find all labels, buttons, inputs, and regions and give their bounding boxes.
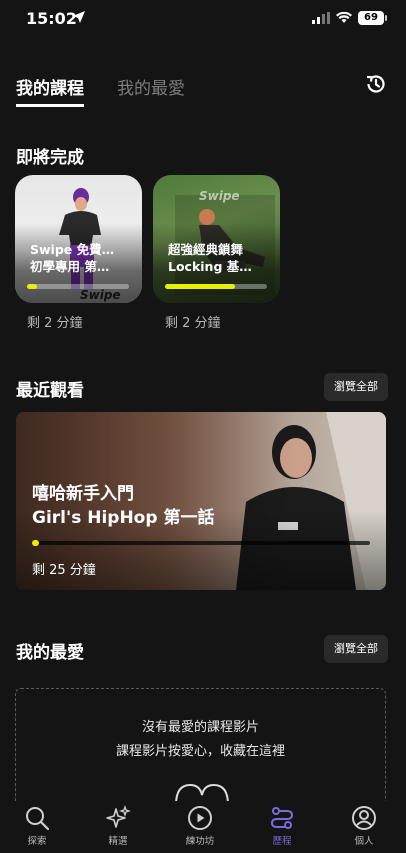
search-icon [26,807,50,831]
brand-watermark: Swipe [80,288,121,302]
recent-remaining: 剩 25 分鐘 [32,563,96,578]
wifi-icon [336,12,352,23]
card-title: 超強經典鎖舞 Locking 基… [168,242,252,274]
card-title: Swipe 免費… 初學專用 第… [30,242,115,274]
continue-card[interactable]: Swipe 免費… 初學專用 第… Swipe [15,175,142,303]
user-icon [352,806,376,830]
nav-label: 探索 [27,836,47,847]
status-indicators: 69 [312,11,387,25]
nav-profile[interactable]: 個人 [334,805,394,847]
card-progress-track [165,284,267,289]
recent-section-title: 最近觀看 [16,381,84,401]
card-remaining: 剩 2 分鐘 [165,316,221,331]
continue-card[interactable]: Swipe 超強經典鎖舞 Locking 基… [153,175,280,303]
history-icon[interactable] [364,72,388,96]
favorites-browse-all-button[interactable]: 瀏覽全部 [324,635,388,663]
journey-icon [270,807,294,829]
play-circle-icon [188,806,212,830]
recent-browse-all-button[interactable]: 瀏覽全部 [324,373,388,401]
favorites-section-title: 我的最愛 [16,643,84,663]
tab-my-courses[interactable]: 我的課程 [16,74,84,107]
bottom-nav: 探索 精選 練功坊 歷程 個人 [0,801,406,853]
favorites-empty-line1: 沒有最愛的課程影片 [141,720,259,735]
nav-label: 練功坊 [185,836,215,847]
nav-practice[interactable]: 練功坊 [170,805,230,847]
recent-progress-track [32,540,370,546]
sparkles-icon [106,805,131,828]
favorites-empty-line2: 課程影片按愛心，收藏在這裡 [115,744,285,759]
recent-title-line2: Girl's HipHop 第一話 [32,508,215,528]
nav-label: 歷程 [272,836,292,847]
tab-my-favorites[interactable]: 我的最愛 [117,74,185,99]
recent-progress-fill [32,540,39,546]
location-arrow-icon [73,11,85,23]
signal-icon [312,12,330,24]
status-bar: 15:02 69 [0,0,406,38]
card-remaining: 剩 2 分鐘 [27,316,83,331]
recent-card-title: 嘻哈新手入門 Girl's HipHop 第一話 [32,482,214,530]
card-progress-fill [165,284,235,289]
nav-explore[interactable]: 探索 [7,805,67,847]
top-tabs: 我的課程 我的最愛 [16,74,390,108]
continue-section-title: 即將完成 [16,148,84,168]
recent-course-card[interactable]: 嘻哈新手入門 Girl's HipHop 第一話 剩 25 分鐘 [16,412,386,590]
brand-watermark: Swipe [199,189,240,203]
nav-label: 精選 [108,836,128,847]
status-time: 15:02 [26,9,77,28]
nav-featured[interactable]: 精選 [88,805,148,847]
battery-indicator: 69 [358,11,387,25]
nav-label: 個人 [354,836,374,847]
nav-journey[interactable]: 歷程 [252,805,312,847]
recent-title-line1: 嘻哈新手入門 [32,484,134,504]
card-progress-fill [27,284,37,289]
